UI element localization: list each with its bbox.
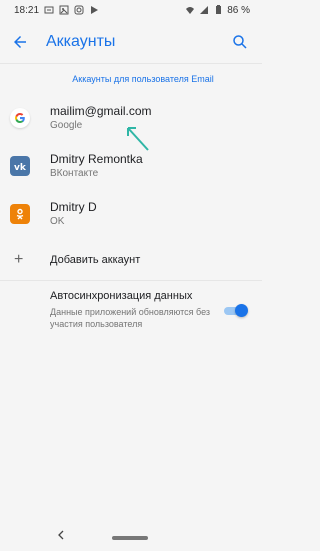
- page-title: Аккаунты: [46, 33, 116, 50]
- sync-toggle[interactable]: [224, 304, 248, 317]
- account-row-google[interactable]: mailim@gmail.com Google: [0, 96, 262, 144]
- ok-icon: [10, 204, 30, 224]
- auto-sync-row[interactable]: Автосинхронизация данных Данные приложен…: [0, 286, 262, 336]
- vk-icon: vk: [10, 156, 30, 176]
- chevron-left-icon: [58, 530, 64, 540]
- account-type: ВКонтакте: [50, 168, 99, 179]
- account-row-ok[interactable]: Dmitry D OK: [0, 192, 262, 240]
- add-account-label: Добавить аккаунт: [50, 254, 141, 266]
- back-button[interactable]: [8, 30, 32, 54]
- signal-icon: [199, 5, 209, 15]
- account-type: OK: [50, 216, 65, 227]
- play-store-icon: [89, 5, 99, 15]
- svg-text:vk: vk: [14, 163, 27, 173]
- account-name: Dmitry Remontka: [50, 152, 143, 166]
- toggle-knob: [235, 304, 248, 317]
- gallery-icon: [59, 5, 69, 15]
- battery-percent: 86 %: [227, 4, 250, 16]
- section-header: Аккаунты для пользователя Email: [72, 74, 214, 84]
- navigation-bar: [0, 522, 262, 551]
- battery-icon: [213, 5, 223, 15]
- arrow-left-icon: [14, 36, 26, 48]
- account-name: Dmitry D: [50, 200, 97, 214]
- account-type: Google: [50, 120, 83, 131]
- wifi-icon: [185, 5, 195, 15]
- search-icon: [233, 35, 247, 49]
- app-bar: Аккаунты: [0, 20, 262, 64]
- nav-home-pill[interactable]: [112, 536, 148, 540]
- search-button[interactable]: [228, 30, 252, 54]
- account-name: mailim@gmail.com: [50, 104, 152, 118]
- plus-icon: +: [14, 251, 24, 268]
- status-bar: 18:21 86 %: [0, 0, 262, 20]
- sync-description: Данные приложений обновляются без участи…: [50, 307, 211, 329]
- nav-back-button[interactable]: [54, 528, 68, 542]
- sync-title: Автосинхронизация данных: [50, 290, 193, 302]
- instagram-icon: [74, 5, 84, 15]
- status-time: 18:21: [14, 4, 40, 16]
- message-icon: [44, 5, 54, 15]
- divider: [0, 280, 262, 281]
- add-account-button[interactable]: + Добавить аккаунт: [0, 248, 262, 276]
- account-row-vk[interactable]: vk Dmitry Remontka ВКонтакте: [0, 144, 262, 192]
- google-icon: [10, 108, 30, 128]
- divider: [0, 63, 262, 64]
